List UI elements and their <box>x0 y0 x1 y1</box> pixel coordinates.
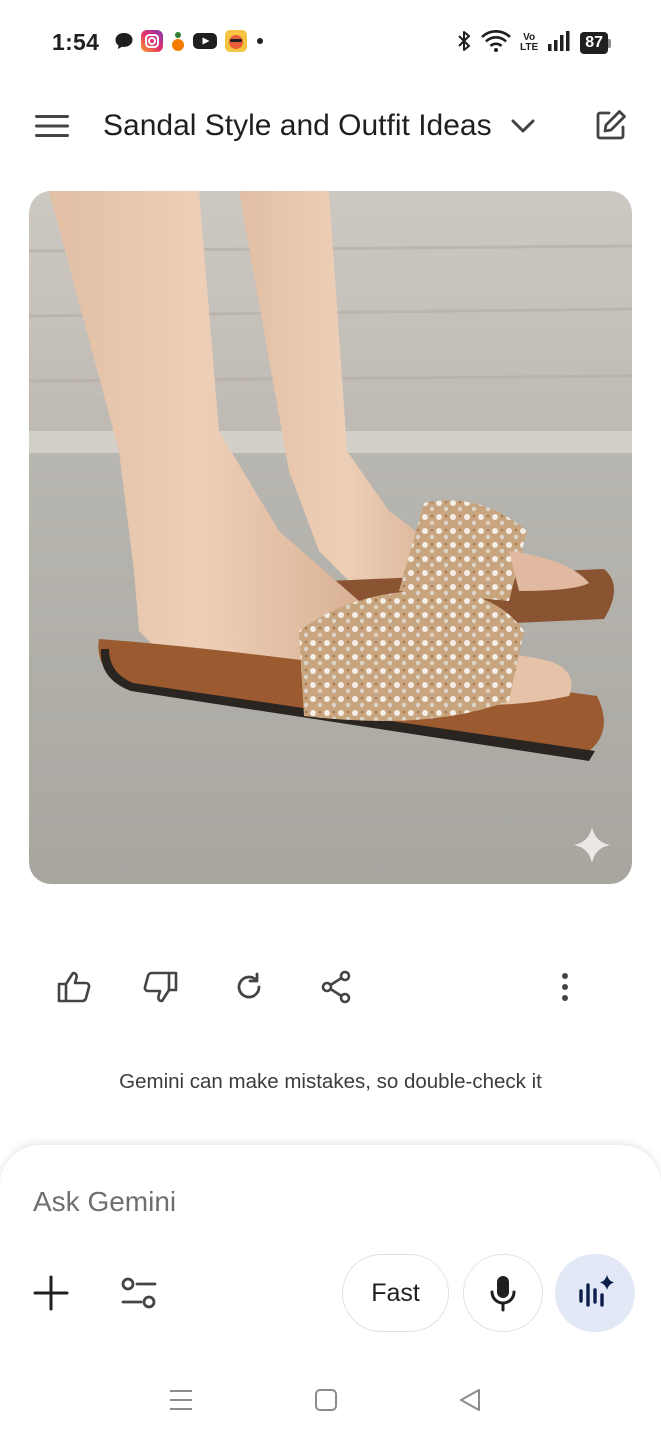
good-response-button[interactable] <box>51 964 97 1010</box>
microphone-button[interactable] <box>463 1254 543 1332</box>
battery-icon: 87 <box>580 32 611 54</box>
regenerate-button[interactable] <box>226 964 272 1010</box>
conversation-title-dropdown[interactable]: Sandal Style and Outfit Ideas <box>103 104 536 148</box>
battery-level: 87 <box>580 32 608 54</box>
new-chat-button[interactable] <box>588 102 634 148</box>
system-icons: Vo LTE 87 <box>456 29 611 58</box>
add-attachment-button[interactable] <box>28 1270 74 1316</box>
share-icon <box>321 970 351 1004</box>
microphone-icon <box>490 1276 516 1312</box>
disclaimer-text: Gemini can make mistakes, so double-chec… <box>119 1070 542 1093</box>
notification-icons <box>114 29 266 58</box>
back-button[interactable] <box>450 1380 490 1420</box>
battery-tip <box>608 38 611 48</box>
instagram-icon <box>140 29 164 58</box>
tools-button[interactable] <box>116 1270 162 1316</box>
status-time: 1:54 <box>52 29 100 55</box>
plus-icon <box>33 1275 69 1311</box>
live-button[interactable] <box>555 1254 635 1332</box>
generated-image[interactable] <box>29 191 632 884</box>
volte-label-bottom: LTE <box>520 42 539 53</box>
menu-button[interactable] <box>30 104 74 148</box>
menu-icon <box>35 115 69 137</box>
wifi-icon <box>480 29 512 58</box>
bad-response-button[interactable] <box>138 964 184 1010</box>
tools-icon <box>121 1277 157 1309</box>
avatar-app-icon <box>224 29 248 58</box>
more-options-button[interactable] <box>542 964 588 1010</box>
volte-icon: Vo LTE <box>520 33 538 53</box>
share-button[interactable] <box>313 964 359 1010</box>
page-title: Sandal Style and Outfit Ideas <box>103 109 492 142</box>
regenerate-icon <box>237 972 261 999</box>
recents-button[interactable] <box>161 1380 201 1420</box>
thumbs-down-icon <box>143 971 178 1003</box>
edit-icon <box>596 110 626 140</box>
recents-icon <box>170 1390 192 1410</box>
thumbs-up-icon <box>57 971 91 1003</box>
youtube-icon <box>192 31 218 56</box>
home-button[interactable] <box>306 1380 346 1420</box>
back-icon <box>460 1389 480 1411</box>
signal-icon <box>546 29 572 58</box>
live-sparkle-icon <box>579 1275 614 1307</box>
model-mode-label: Fast <box>371 1278 420 1307</box>
prompt-input[interactable]: Ask Gemini <box>33 1186 176 1218</box>
model-mode-button[interactable]: Fast <box>342 1254 449 1332</box>
chat-icon <box>114 31 134 56</box>
bluetooth-icon <box>456 29 472 58</box>
more-dot-icon <box>254 34 266 52</box>
home-icon <box>315 1389 337 1411</box>
chevron-down-icon <box>511 119 535 133</box>
app-icon <box>170 29 186 58</box>
more-vert-icon <box>562 973 568 1001</box>
